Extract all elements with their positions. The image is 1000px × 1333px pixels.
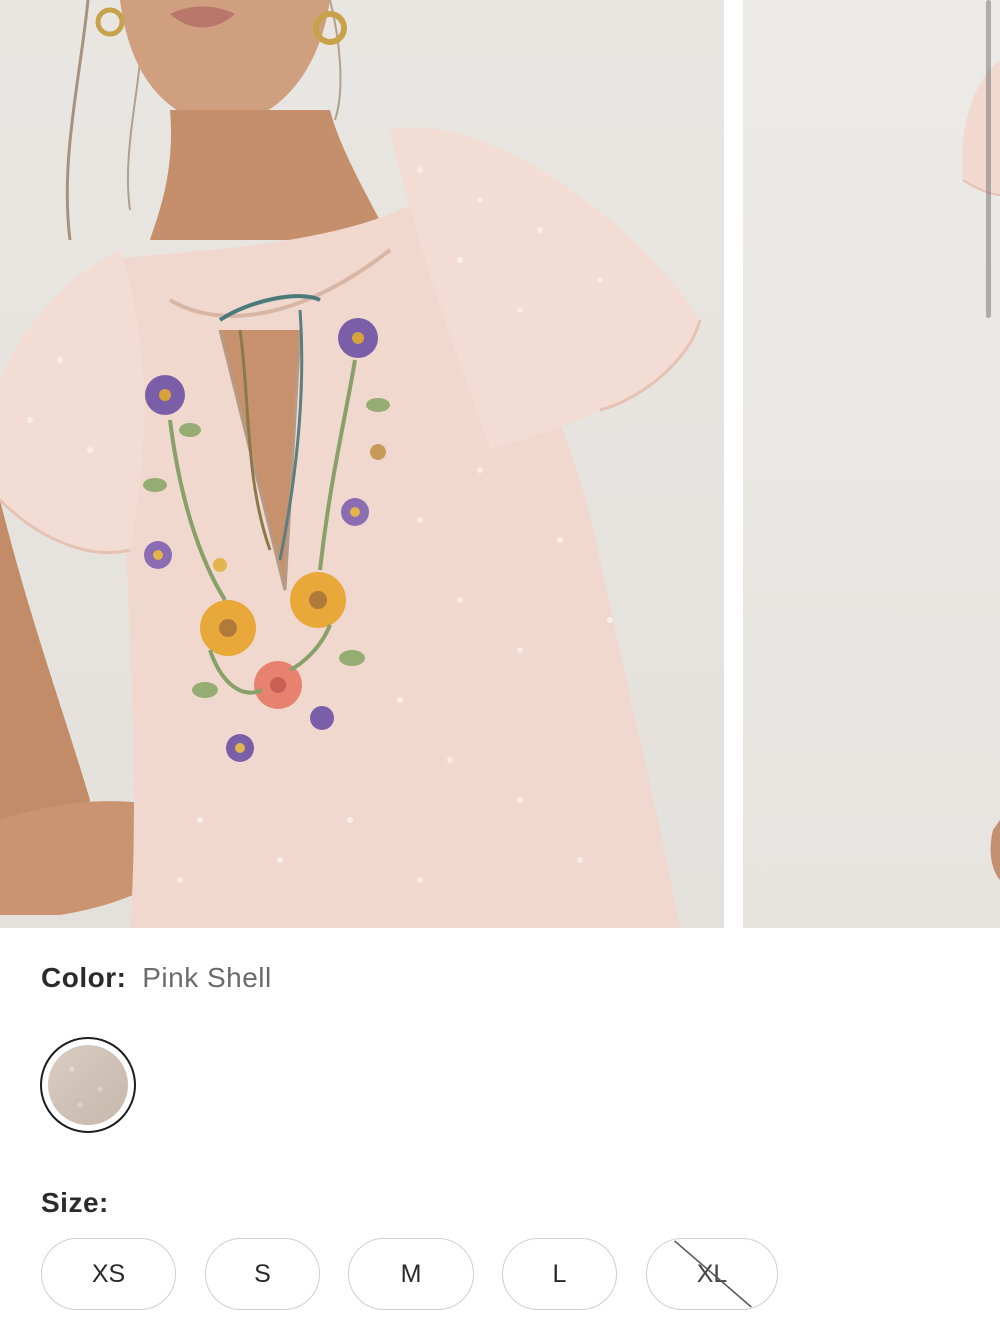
size-option-label: L [552,1259,567,1288]
product-image-gallery[interactable] [0,0,1000,928]
product-image-secondary[interactable] [743,0,1000,928]
color-swatch-pink-shell[interactable] [40,1037,136,1133]
color-selection-row: Color: Pink Shell [41,958,272,998]
size-option-m[interactable]: M [348,1238,474,1310]
size-option-xl[interactable]: XL [646,1238,778,1310]
size-option-xs[interactable]: XS [41,1238,176,1310]
color-label: Color: [41,962,127,993]
size-option-l[interactable]: L [502,1238,617,1310]
gallery-scroll-indicator[interactable] [986,0,991,318]
size-option-label: S [254,1259,271,1288]
size-option-label: XS [91,1259,126,1288]
selected-color-name: Pink Shell [142,962,272,993]
product-image-main[interactable] [0,0,724,928]
size-option-label: XL [696,1259,728,1288]
size-option-label: M [400,1259,422,1288]
size-label: Size: [41,1187,109,1218]
color-swatch-fill [48,1045,128,1125]
dress-photo-illustration [0,0,702,928]
size-option-s[interactable]: S [205,1238,320,1310]
product-page: Color: Pink Shell Size: XS S M L XL [0,0,1000,1333]
dress-photo-back-illustration [962,60,1000,880]
